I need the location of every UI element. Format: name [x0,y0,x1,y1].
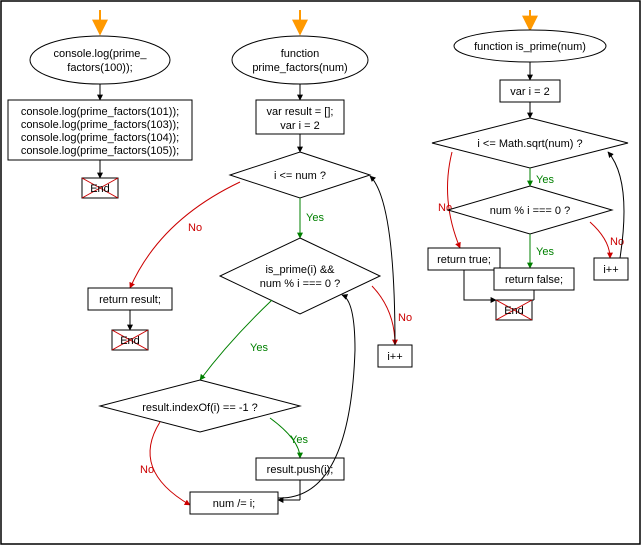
pf-ret: return result; [99,294,161,306]
pf-loop: i <= num ? [274,170,326,182]
calls-l3: console.log(prime_factors(104)); [21,132,179,144]
no-label: No [188,222,202,234]
yes-label: Yes [250,342,268,354]
ip-fn: function is_prime(num) [474,41,586,53]
terminator-fn [232,36,368,84]
end-label: End [120,335,140,347]
flowchart-canvas: console.log(prime_ factors(100)); consol… [0,0,641,545]
pf-check-l1: is_prime(i) && [265,264,335,276]
ip-rettrue: return true; [437,254,491,266]
pf-idx: result.indexOf(i) == -1 ? [142,402,258,414]
yes-label: Yes [536,174,554,186]
ip-retfalse: return false; [505,274,563,286]
end-label: End [504,305,524,317]
no-label: No [398,312,412,324]
terminator-call1 [30,36,170,84]
ip-inc: i++ [603,264,618,276]
pf-init-l1: var result = []; [267,106,334,118]
pf-inc: i++ [387,351,402,363]
terminator-end: End [112,330,148,350]
calls-l4: console.log(prime_factors(105)); [21,145,179,157]
end-label: End [90,183,110,195]
calls-l2: console.log(prime_factors(103)); [21,119,179,131]
call1-text-l2: factors(100)); [67,62,132,74]
ip-mod: num % i === 0 ? [490,205,570,217]
pf-fn-l2: prime_factors(num) [252,62,347,74]
pf-init-l2: var i = 2 [280,120,319,132]
yes-label: Yes [290,434,308,446]
pf-fn-l1: function [281,48,320,60]
ip-init: var i = 2 [510,86,549,98]
call1-text-l1: console.log(prime_ [54,48,148,60]
terminator-end: End [496,300,532,320]
no-label: No [438,202,452,214]
pf-check-l2: num % i === 0 ? [260,278,340,290]
yes-label: Yes [306,212,324,224]
no-label: No [140,464,154,476]
yes-label: Yes [536,246,554,258]
pf-push: result.push(i); [267,464,334,476]
pf-div: num /= i; [213,498,256,510]
terminator-end: End [82,178,118,198]
calls-l1: console.log(prime_factors(101)); [21,106,179,118]
ip-loop: i <= Math.sqrt(num) ? [477,138,582,150]
